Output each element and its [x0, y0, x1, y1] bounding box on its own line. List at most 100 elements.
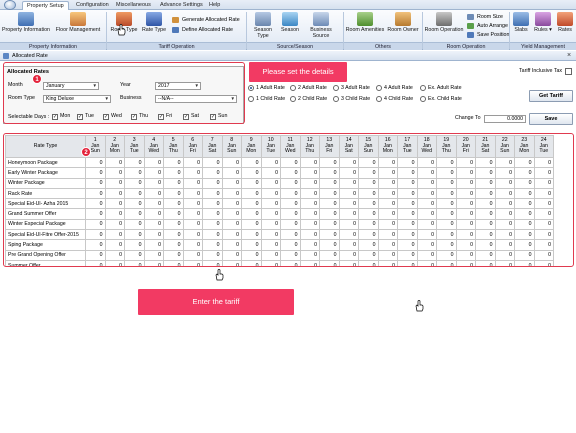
tariff-cell[interactable]: 0	[397, 249, 418, 261]
rate-type-name[interactable]: Pre Grand Opening Offer	[5, 249, 86, 261]
room-size-button[interactable]: Room Size	[467, 13, 503, 21]
tariff-cell[interactable]: 0	[124, 187, 145, 200]
tariff-cell[interactable]: 0	[436, 218, 457, 231]
tariff-cell[interactable]: 0	[221, 259, 242, 266]
tariff-cell[interactable]: 0	[143, 177, 164, 189]
tariff-cell[interactable]: 0	[143, 167, 164, 179]
tariff-cell[interactable]: 0	[455, 177, 476, 189]
tariff-cell[interactable]: 0	[104, 208, 125, 220]
tariff-cell[interactable]: 0	[124, 156, 145, 169]
tariff-cell[interactable]: 0	[338, 239, 359, 251]
tariff-cell[interactable]: 0	[280, 229, 301, 241]
tariff-cell[interactable]: 0	[475, 156, 496, 169]
tariff-cell[interactable]: 0	[104, 177, 125, 189]
tariff-cell[interactable]: 0	[85, 198, 106, 210]
tariff-cell[interactable]: 0	[221, 177, 242, 189]
radio[interactable]	[333, 85, 339, 91]
room-amenities-button[interactable]: Room Amenities	[345, 12, 385, 33]
tariff-cell[interactable]: 0	[143, 239, 164, 251]
tariff-cell[interactable]: 0	[416, 156, 437, 169]
tariff-cell[interactable]: 0	[241, 167, 262, 179]
tariff-cell[interactable]: 0	[124, 218, 145, 231]
tariff-cell[interactable]: 0	[182, 198, 203, 210]
radio-2-adult-rate[interactable]: 2 Adult Rate	[290, 84, 327, 92]
tariff-cell[interactable]: 0	[416, 167, 437, 179]
tariff-cell[interactable]: 0	[163, 198, 184, 210]
tariff-cell[interactable]: 0	[494, 249, 515, 261]
radio-4-adult-rate[interactable]: 4 Adult Rate	[376, 84, 413, 92]
tariff-cell[interactable]: 0	[397, 187, 418, 200]
tariff-cell[interactable]: 0	[143, 229, 164, 241]
tab-advance-settings[interactable]: Advance Settings	[156, 1, 207, 10]
tariff-cell[interactable]: 0	[202, 156, 223, 169]
tariff-cell[interactable]: 0	[85, 177, 106, 189]
tariff-cell[interactable]: 0	[319, 208, 340, 220]
tariff-cell[interactable]: 0	[494, 177, 515, 189]
change-to-input[interactable]: 0.0000	[484, 115, 526, 123]
tariff-cell[interactable]: 0	[475, 229, 496, 241]
tariff-cell[interactable]: 0	[377, 239, 398, 251]
tariff-cell[interactable]: 0	[475, 218, 496, 231]
tariff-cell[interactable]: 0	[416, 187, 437, 200]
tariff-cell[interactable]: 0	[416, 218, 437, 231]
tariff-cell[interactable]: 0	[260, 259, 281, 266]
tariff-cell[interactable]: 0	[514, 259, 535, 266]
radio[interactable]	[420, 96, 426, 102]
tariff-cell[interactable]: 0	[299, 239, 320, 251]
radio-4-child-rate[interactable]: 4 Child Rate	[376, 95, 413, 103]
tariff-cell[interactable]: 0	[163, 156, 184, 169]
rate-type-name[interactable]: Grand Summer Offer	[5, 208, 86, 220]
tariff-cell[interactable]: 0	[358, 156, 379, 169]
tariff-cell[interactable]: 0	[260, 208, 281, 220]
tariff-cell[interactable]: 0	[338, 187, 359, 200]
tariff-cell[interactable]: 0	[104, 239, 125, 251]
tariff-cell[interactable]: 0	[397, 156, 418, 169]
tariff-cell[interactable]: 0	[533, 239, 554, 251]
tariff-cell[interactable]: 0	[514, 167, 535, 179]
radio-1-adult-rate[interactable]: 1 Adult Rate	[248, 84, 285, 92]
tariff-cell[interactable]: 0	[241, 187, 262, 200]
tariff-cell[interactable]: 0	[221, 239, 242, 251]
radio[interactable]	[333, 96, 339, 102]
tariff-cell[interactable]: 0	[455, 218, 476, 231]
tariff-cell[interactable]: 0	[85, 187, 106, 200]
radio-3-child-rate[interactable]: 3 Child Rate	[333, 95, 370, 103]
tariff-cell[interactable]: 0	[202, 259, 223, 266]
tariff-cell[interactable]: 0	[124, 177, 145, 189]
tariff-cell[interactable]: 0	[358, 187, 379, 200]
tariff-cell[interactable]: 0	[163, 187, 184, 200]
tariff-cell[interactable]: 0	[416, 177, 437, 189]
tariff-cell[interactable]: 0	[475, 177, 496, 189]
tariff-cell[interactable]: 0	[319, 167, 340, 179]
tariff-cell[interactable]: 0	[514, 187, 535, 200]
tariff-cell[interactable]: 0	[124, 198, 145, 210]
tariff-cell[interactable]: 0	[494, 218, 515, 231]
tariff-cell[interactable]: 0	[338, 156, 359, 169]
tariff-cell[interactable]: 0	[104, 259, 125, 266]
tariff-cell[interactable]: 0	[143, 156, 164, 169]
tariff-cell[interactable]: 0	[494, 239, 515, 251]
tariff-cell[interactable]: 0	[299, 156, 320, 169]
tariff-cell[interactable]: 0	[143, 218, 164, 231]
tariff-cell[interactable]: 0	[143, 208, 164, 220]
tariff-cell[interactable]: 0	[163, 208, 184, 220]
tariff-cell[interactable]: 0	[436, 208, 457, 220]
tariff-cell[interactable]: 0	[104, 229, 125, 241]
tariff-cell[interactable]: 0	[377, 229, 398, 241]
tariff-cell[interactable]: 0	[182, 239, 203, 251]
tariff-cell[interactable]: 0	[455, 187, 476, 200]
tariff-cell[interactable]: 0	[221, 218, 242, 231]
tab-miscellaneous[interactable]: Miscellaneous	[112, 1, 155, 10]
tariff-cell[interactable]: 0	[182, 229, 203, 241]
tariff-cell[interactable]: 0	[241, 156, 262, 169]
radio-3-adult-rate[interactable]: 3 Adult Rate	[333, 84, 370, 92]
tariff-cell[interactable]: 0	[299, 208, 320, 220]
tariff-cell[interactable]: 0	[514, 239, 535, 251]
tariff-cell[interactable]: 0	[533, 218, 554, 231]
tariff-cell[interactable]: 0	[299, 187, 320, 200]
tariff-cell[interactable]: 0	[319, 239, 340, 251]
tariff-cell[interactable]: 0	[455, 249, 476, 261]
tariff-cell[interactable]: 0	[475, 167, 496, 179]
tariff-cell[interactable]: 0	[163, 167, 184, 179]
tariff-cell[interactable]: 0	[514, 177, 535, 189]
